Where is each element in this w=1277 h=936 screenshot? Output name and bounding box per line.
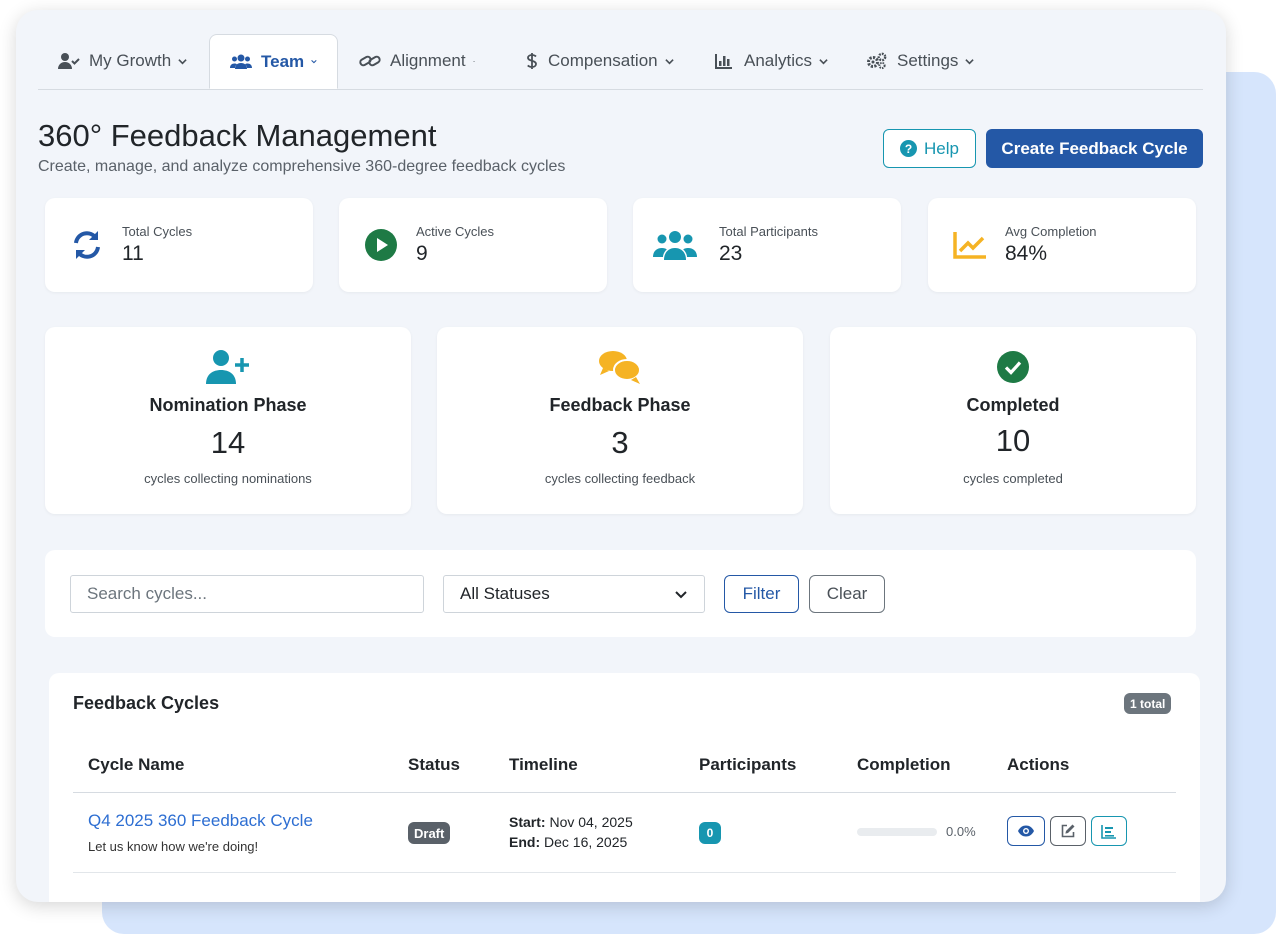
completion-text: 0.0%	[946, 824, 976, 839]
stat-value: 84%	[1005, 242, 1048, 265]
table-title: Feedback Cycles	[73, 693, 220, 713]
phase-caption: cycles collecting feedback	[544, 471, 696, 486]
user-plus-icon	[45, 349, 411, 385]
status-select-value: All Statuses	[460, 584, 550, 603]
nav-tab-label: Team	[261, 51, 305, 71]
chevron-down-icon	[819, 58, 828, 64]
nav-tab-label: Analytics	[743, 51, 813, 70]
chevron-down-icon	[675, 591, 687, 599]
phase-count: 14	[210, 425, 246, 460]
table-header-divider	[73, 792, 1176, 793]
timeline-end: End: Dec 16, 2025	[509, 834, 627, 850]
user-check-icon	[58, 52, 80, 70]
column-header[interactable]: Participants	[699, 755, 796, 775]
status-select[interactable]: All Statuses	[443, 575, 705, 613]
timeline-end-date: Dec 16, 2025	[544, 834, 628, 850]
create-feedback-cycle-button[interactable]: Create Feedback Cycle	[986, 129, 1203, 168]
phase-count: 10	[995, 423, 1031, 458]
phase-title: Nomination Phase	[149, 395, 307, 415]
stat-value: 23	[719, 242, 743, 265]
chevron-down-icon	[965, 58, 975, 64]
question-circle-icon: ?	[900, 140, 918, 157]
dollar-icon	[525, 52, 539, 70]
phase-caption: cycles collecting nominations	[144, 471, 312, 486]
chevron-down-icon	[472, 60, 475, 62]
chevron-down-icon	[664, 58, 674, 64]
phase-count: 3	[611, 425, 629, 460]
stat-value: 11	[122, 242, 144, 265]
chart-line-icon	[952, 227, 988, 263]
link-icon	[359, 52, 381, 70]
nav-tab-alignment[interactable]: Alignment	[339, 34, 495, 88]
eye-icon	[1018, 825, 1034, 837]
stat-label: Total Cycles	[122, 224, 193, 239]
chart-bar-icon	[1101, 824, 1116, 839]
users-icon	[653, 227, 697, 263]
stat-card-total-cycles: Total Cycles 11	[45, 198, 313, 292]
sync-icon	[69, 227, 105, 263]
users-icon	[230, 53, 252, 71]
nav-tab-team[interactable]: Team	[209, 34, 338, 89]
nav-tab-label: Alignment	[390, 51, 466, 70]
column-header[interactable]: Cycle Name	[88, 755, 184, 775]
comments-icon	[437, 349, 803, 385]
stat-card-total-participants: Total Participants 23	[633, 198, 901, 292]
stat-card-active-cycles: Active Cycles 9	[339, 198, 607, 292]
clear-button[interactable]: Clear	[809, 575, 885, 613]
phase-card-feedback: Feedback Phase 3 cycles collecting feedb…	[437, 327, 803, 514]
timeline-start-date: Nov 04, 2025	[549, 814, 633, 830]
edit-button[interactable]	[1050, 816, 1086, 846]
help-button-label: Help	[924, 138, 959, 158]
stat-value: 9	[416, 242, 428, 265]
phase-card-completed: Completed 10 cycles completed	[830, 327, 1196, 514]
page-subtitle: Create, manage, and analyze comprehensiv…	[38, 158, 566, 175]
edit-icon	[1061, 824, 1075, 838]
stat-card-avg-completion: Avg Completion 84%	[928, 198, 1196, 292]
nav-tab-settings[interactable]: Settings	[846, 34, 996, 88]
check-circle-icon	[830, 349, 1196, 385]
table-row-divider	[73, 872, 1176, 873]
column-header[interactable]: Status	[408, 755, 460, 775]
chart-bar-icon	[713, 52, 735, 70]
phase-caption: cycles completed	[963, 471, 1063, 486]
filter-button[interactable]: Filter	[724, 575, 799, 613]
phase-title: Completed	[966, 395, 1060, 415]
nav-tab-label: Settings	[897, 51, 959, 70]
search-input[interactable]	[70, 575, 424, 613]
filter-bar: All Statuses Filter Clear	[45, 550, 1196, 637]
play-circle-icon	[363, 227, 399, 263]
timeline-start-label: Start:	[509, 814, 546, 830]
chevron-down-icon	[178, 58, 187, 64]
stat-label: Avg Completion	[1005, 224, 1097, 239]
cycle-description: Let us know how we're doing!	[88, 839, 259, 854]
timeline-end-label: End:	[509, 834, 541, 850]
total-badge: 1 total	[1124, 693, 1172, 714]
feedback-cycles-card: Feedback Cycles 1 total Cycle Name Statu…	[49, 673, 1200, 902]
view-button[interactable]	[1007, 816, 1045, 846]
column-header[interactable]: Timeline	[509, 755, 578, 775]
page-title: 360° Feedback Management	[38, 118, 437, 153]
stat-label: Total Participants	[719, 224, 818, 239]
phase-card-nomination: Nomination Phase 14 cycles collecting no…	[45, 327, 411, 514]
top-nav: My Growth Team Alignment Compensation An…	[38, 34, 1203, 90]
nav-tab-compensation[interactable]: Compensation	[505, 34, 695, 88]
cogs-icon	[866, 52, 888, 70]
nav-tab-label: My Growth	[89, 51, 172, 70]
help-button[interactable]: ? Help	[883, 129, 976, 168]
participants-badge: 0	[699, 822, 721, 844]
chevron-down-icon	[311, 59, 317, 64]
timeline-start: Start: Nov 04, 2025	[509, 814, 633, 830]
nav-tab-analytics[interactable]: Analytics	[693, 34, 848, 88]
nav-tab-label: Compensation	[548, 51, 658, 70]
nav-tab-my-growth[interactable]: My Growth	[38, 34, 208, 88]
stat-label: Active Cycles	[416, 224, 495, 239]
column-header[interactable]: Completion	[857, 755, 951, 775]
phase-title: Feedback Phase	[549, 395, 691, 415]
app-window: My Growth Team Alignment Compensation An…	[16, 10, 1226, 902]
cycle-name-link[interactable]: Q4 2025 360 Feedback Cycle	[88, 811, 313, 831]
column-header: Actions	[1007, 755, 1070, 774]
status-badge: Draft	[408, 822, 451, 844]
analytics-button[interactable]	[1091, 816, 1127, 846]
completion-progress-bar	[857, 828, 937, 836]
